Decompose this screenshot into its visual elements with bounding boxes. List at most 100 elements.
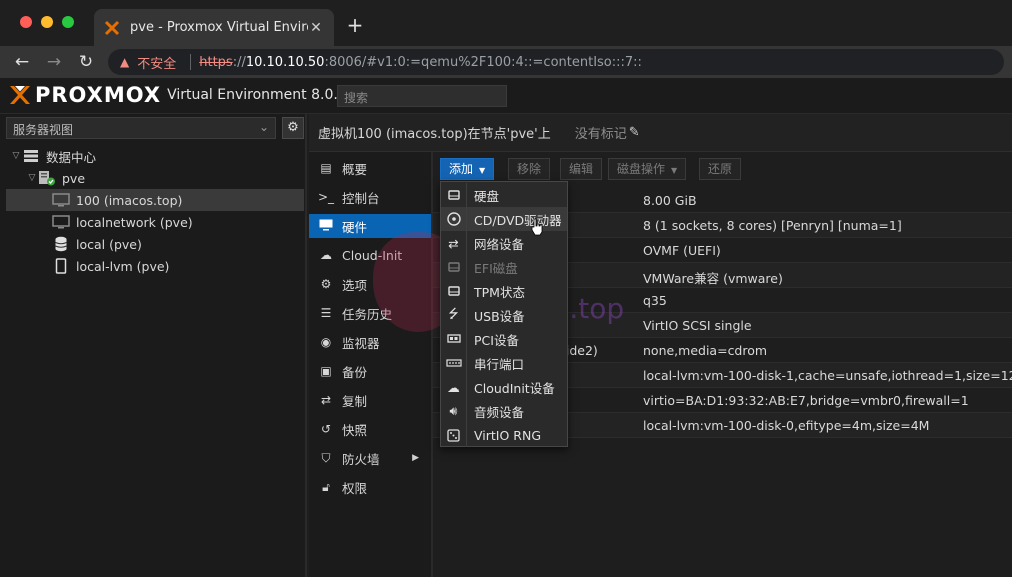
nav-item-hardware[interactable]: 硬件 — [309, 214, 431, 238]
menu-item-label: 硬盘 — [474, 188, 500, 204]
add-button-label: 添加 — [449, 162, 474, 176]
gear-icon[interactable]: ⚙ — [282, 117, 304, 139]
nav-item-console[interactable]: >_ 控制台 — [309, 185, 431, 209]
menu-item-usb[interactable]: ⭍ USB设备 — [441, 303, 567, 327]
back-arrow-icon[interactable]: ← — [10, 50, 34, 74]
menu-item-network[interactable]: ⇄ 网络设备 — [441, 231, 567, 255]
menu-item-serial[interactable]: 串行端口 — [441, 351, 567, 375]
nav-item-monitor[interactable]: ◉ 监视器 — [309, 330, 431, 354]
nav-item-permissions[interactable]: 🔓︎ 权限 — [309, 475, 431, 499]
add-menu: 硬盘 CD/DVD驱动器 ⇄ 网络设备 EFI磁盘 TPM状态 ⭍ USB设备 … — [440, 181, 568, 447]
nav-item-replication[interactable]: ⇄ 复制 — [309, 388, 431, 412]
history-icon: ↺ — [320, 422, 332, 436]
tree-item-label: localnetwork (pve) — [76, 214, 193, 230]
pencil-icon[interactable]: ✎ — [629, 125, 640, 140]
edit-button[interactable]: 编辑 — [560, 158, 603, 180]
security-label[interactable]: 不安全 — [137, 53, 176, 72]
nav-item-cloudinit[interactable]: ☁ Cloud-Init — [309, 243, 431, 267]
browser-toolbar: ← → ↻ ▲ 不安全 https://10.10.10.50:8006/#v1… — [0, 46, 1012, 78]
nav-item-options[interactable]: ⚙ 选项 — [309, 272, 431, 296]
proxmox-x-icon — [10, 86, 30, 104]
disk-action-label: 磁盘操作 — [617, 162, 666, 176]
menu-item-pci[interactable]: PCI设备 — [441, 327, 567, 351]
replication-icon: ⇄ — [320, 393, 332, 407]
storage-icon — [52, 236, 70, 252]
row-value: q35 — [643, 293, 667, 308]
tags-label: 没有标记 — [574, 127, 627, 142]
row-value: 8.00 GiB — [643, 193, 697, 208]
tree-item-label: local (pve) — [76, 236, 142, 252]
warning-icon[interactable]: ▲ — [120, 55, 129, 69]
expand-arrow-icon[interactable]: ▽ — [26, 173, 38, 183]
console-icon: >_ — [318, 190, 335, 204]
remove-button[interactable]: 移除 — [508, 158, 551, 180]
nav-item-label: 备份 — [342, 364, 368, 380]
tree-item-label: 数据中心 — [46, 149, 97, 165]
audio-icon: 🔊︎ — [441, 399, 467, 423]
nav-item-task-history[interactable]: ☰ 任务历史 — [309, 301, 431, 325]
tree-item-node[interactable]: ▽ pve — [6, 167, 304, 189]
tab-close-icon[interactable]: ✕ — [308, 20, 324, 36]
nav-item-snapshots[interactable]: ↺ 快照 — [309, 417, 431, 441]
nav-item-label: Cloud-Init — [342, 247, 403, 263]
page-title: 虚拟机100 (imacos.top)在节点'pve'上 — [318, 127, 551, 142]
nav-item-summary[interactable]: ▤ 概要 — [309, 156, 431, 180]
new-tab-button[interactable]: + — [344, 14, 366, 36]
expand-arrow-icon: ▶ — [412, 453, 419, 463]
usb-icon: ⭍ — [441, 303, 467, 327]
nav-item-backup[interactable]: ▣ 备份 — [309, 359, 431, 383]
nav-item-label: 控制台 — [342, 190, 380, 206]
menu-item-cdrom[interactable]: CD/DVD驱动器 — [441, 207, 567, 231]
tree-item-storage-lvm[interactable]: local-lvm (pve) — [6, 255, 304, 277]
forward-arrow-icon[interactable]: → — [42, 50, 66, 74]
proxmox-favicon-icon — [104, 20, 120, 36]
summary-icon: ▤ — [320, 161, 332, 175]
nav-item-label: 任务历史 — [342, 306, 393, 322]
tree-item-datacenter[interactable]: ▽ 数据中心 — [6, 145, 304, 167]
network-icon: ⇄ — [441, 231, 467, 255]
close-window-button[interactable] — [20, 16, 32, 28]
row-value: OVMF (UEFI) — [643, 243, 721, 258]
maximize-window-button[interactable] — [62, 16, 74, 28]
disk-action-button[interactable]: 磁盘操作 ▼ — [608, 158, 687, 180]
tree-item-vm[interactable]: 100 (imacos.top) — [6, 189, 304, 211]
menu-item-tpm[interactable]: TPM状态 — [441, 279, 567, 303]
menu-item-efi-disk[interactable]: EFI磁盘 — [441, 255, 567, 279]
url-host: 10.10.10.50 — [245, 54, 325, 70]
menu-item-label: 网络设备 — [474, 236, 525, 252]
shield-icon: ⛉ — [321, 450, 331, 465]
nav-item-label: 选项 — [342, 277, 368, 293]
nav-item-label: 权限 — [342, 480, 368, 496]
url-separator: :// — [232, 54, 246, 70]
network-icon — [52, 214, 70, 230]
browser-tab[interactable]: pve - Proxmox Virtual Environment ✕ — [94, 9, 334, 46]
reload-icon[interactable]: ↻ — [74, 50, 98, 74]
harddisk-icon — [441, 183, 467, 207]
minimize-window-button[interactable] — [41, 16, 53, 28]
row-value: local-lvm:vm-100-disk-0,efitype=4m,size=… — [643, 418, 930, 433]
row-value: VMWare兼容 (vmware) — [643, 271, 783, 286]
view-select[interactable]: 服务器视图 ⌄ — [6, 117, 276, 139]
menu-item-label: VirtIO RNG — [474, 427, 542, 443]
nav-item-label: 防火墙 — [342, 451, 380, 467]
search-input[interactable]: 搜索 — [337, 85, 507, 107]
tree-item-storage-local[interactable]: local (pve) — [6, 233, 304, 255]
address-bar[interactable]: ▲ 不安全 https://10.10.10.50:8006/#v1:0:=qe… — [108, 49, 1004, 75]
expand-arrow-icon[interactable]: ▽ — [10, 151, 22, 161]
menu-item-audio[interactable]: 🔊︎ 音频设备 — [441, 399, 567, 423]
menu-item-virtio-rng[interactable]: VirtIO RNG — [441, 423, 567, 447]
menu-item-label: 音频设备 — [474, 404, 525, 420]
tree-item-network[interactable]: localnetwork (pve) — [6, 211, 304, 233]
revert-button[interactable]: 还原 — [699, 158, 742, 180]
serial-icon — [441, 351, 467, 375]
nav-item-firewall[interactable]: ⛉ 防火墙 ▶ — [309, 446, 431, 470]
chevron-down-icon: ▼ — [479, 166, 486, 175]
node-icon — [38, 170, 56, 186]
row-value: none,media=cdrom — [643, 343, 768, 358]
nav-item-label: 快照 — [342, 422, 368, 438]
resource-tree-panel: 服务器视图 ⌄ ⚙ ▽ 数据中心 ▽ pve 100 (imacos.top) … — [0, 114, 307, 577]
add-button[interactable]: 添加 ▼ — [440, 158, 495, 180]
row-value: VirtIO SCSI single — [643, 318, 752, 333]
menu-item-harddisk[interactable]: 硬盘 — [441, 183, 567, 207]
menu-item-cloudinit[interactable]: ☁ CloudInit设备 — [441, 375, 567, 399]
